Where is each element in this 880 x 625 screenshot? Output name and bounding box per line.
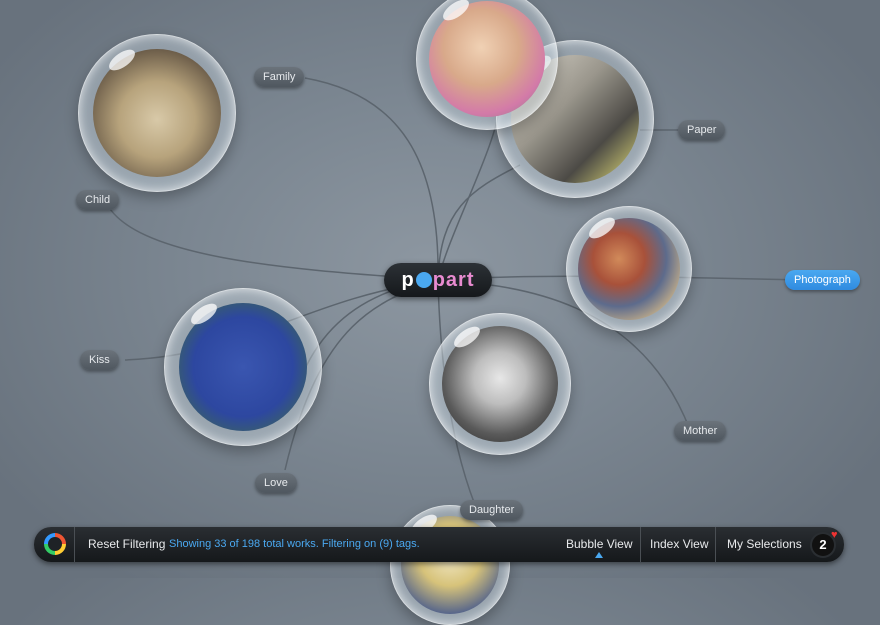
logo-prefix: p bbox=[401, 269, 415, 291]
active-view-indicator-icon bbox=[595, 552, 603, 558]
logo-suffix: part bbox=[432, 269, 475, 291]
artwork-bubble-bottom[interactable] bbox=[390, 505, 510, 625]
artwork-bubble-dancers[interactable] bbox=[164, 288, 322, 446]
divider bbox=[74, 527, 75, 562]
artwork-bubble-portrait[interactable] bbox=[429, 313, 571, 455]
tag-paper[interactable]: Paper bbox=[678, 120, 726, 140]
tag-love[interactable]: Love bbox=[255, 473, 297, 493]
bubble-canvas: Family Child Paper Photograph Kiss Mothe… bbox=[0, 0, 880, 625]
divider bbox=[640, 527, 641, 562]
tag-kiss[interactable]: Kiss bbox=[80, 350, 119, 370]
color-wheel-icon[interactable] bbox=[44, 533, 66, 555]
artwork-bubble-abstract[interactable] bbox=[566, 206, 692, 332]
popart-logo[interactable]: p part bbox=[384, 263, 492, 297]
tag-mother[interactable]: Mother bbox=[674, 421, 727, 441]
tag-child[interactable]: Child bbox=[76, 190, 120, 210]
index-view-tab[interactable]: Index View bbox=[650, 527, 708, 562]
heart-icon: ♥ bbox=[831, 529, 838, 541]
tag-daughter[interactable]: Daughter bbox=[460, 500, 524, 520]
artwork-bubble-dog[interactable] bbox=[78, 34, 236, 192]
filter-status-text: Showing 33 of 198 total works. Filtering… bbox=[169, 538, 420, 550]
logo-dot-icon bbox=[415, 272, 432, 288]
my-selections-button[interactable]: My Selections bbox=[727, 527, 802, 562]
bottom-toolbar: Reset Filtering Showing 33 of 198 total … bbox=[34, 527, 844, 562]
tag-family[interactable]: Family bbox=[254, 67, 305, 87]
tag-photograph[interactable]: Photograph bbox=[785, 270, 860, 290]
reset-filtering-button[interactable]: Reset Filtering bbox=[88, 527, 165, 562]
divider bbox=[715, 527, 716, 562]
